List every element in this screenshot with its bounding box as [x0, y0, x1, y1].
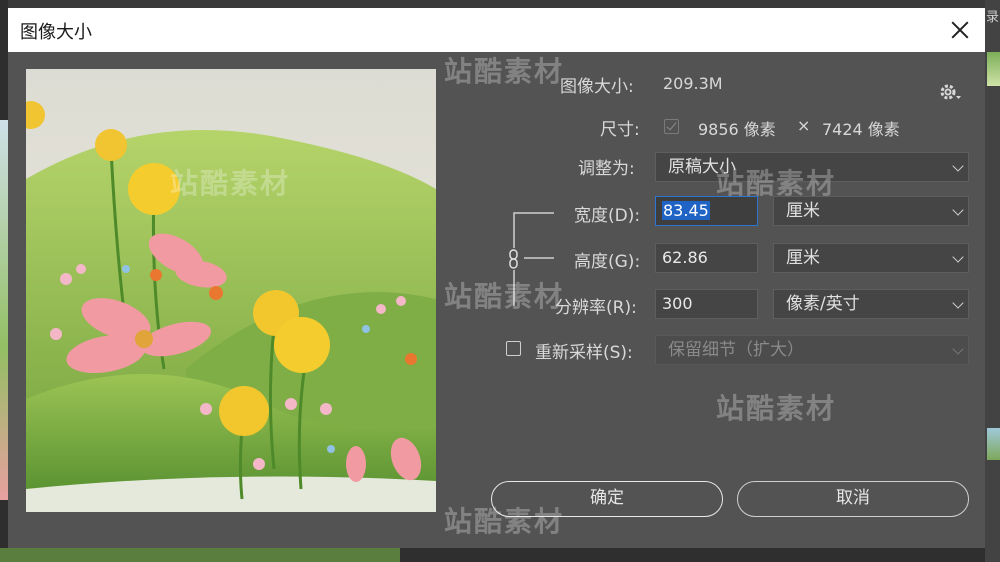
- cancel-button[interactable]: 取消: [737, 481, 969, 517]
- background-image-strip: [0, 120, 8, 500]
- resolution-unit: 像素/英寸: [786, 294, 860, 314]
- resolution-input[interactable]: 300: [655, 289, 758, 319]
- height-label: 高度(G):: [574, 252, 641, 272]
- width-value: 83.45: [662, 201, 710, 220]
- chevron-down-icon: [952, 251, 964, 263]
- fit-to-label: 调整为:: [578, 159, 635, 179]
- fit-to-select[interactable]: 原稿大小: [655, 152, 969, 182]
- resample-select: 保留细节（扩大）: [655, 335, 969, 365]
- background-panel-right: 录: [985, 0, 1000, 562]
- height-input[interactable]: 62.86: [655, 243, 758, 273]
- width-unit: 厘米: [786, 201, 820, 221]
- ok-button[interactable]: 确定: [491, 481, 723, 517]
- fit-to-value: 原稿大小: [668, 157, 736, 177]
- chevron-down-icon: [952, 297, 964, 309]
- resolution-value: 300: [662, 294, 693, 313]
- resample-checkbox[interactable]: [506, 341, 521, 356]
- dimensions-checkbox[interactable]: [664, 119, 679, 134]
- preview-artwork: [26, 69, 436, 512]
- resolution-unit-select[interactable]: 像素/英寸: [773, 289, 969, 319]
- width-unit-select[interactable]: 厘米: [773, 196, 969, 226]
- height-unit-select[interactable]: 厘米: [773, 243, 969, 273]
- background-thumbnail: [987, 52, 1000, 86]
- background-panel-label: 录: [986, 10, 1000, 25]
- chain-link-icon[interactable]: [508, 210, 556, 312]
- resample-value: 保留细节（扩大）: [668, 340, 804, 360]
- chevron-down-icon: [952, 343, 964, 355]
- image-size-dialog: 图像大小 图像大小: 209.3M 尺寸: 9856 像素 × 7424 像素 …: [8, 8, 985, 548]
- dimensions-width: 9856 像素: [698, 120, 776, 139]
- width-input[interactable]: 83.45: [655, 196, 758, 226]
- image-size-value: 209.3M: [663, 74, 723, 93]
- height-unit: 厘米: [786, 248, 820, 268]
- background-canvas-bottom: [0, 548, 985, 562]
- dimensions-times: ×: [797, 116, 811, 135]
- chevron-down-icon: [952, 160, 964, 172]
- height-value: 62.86: [662, 248, 708, 267]
- gear-icon[interactable]: [940, 83, 962, 103]
- chevron-down-icon: [952, 204, 964, 216]
- image-preview[interactable]: [26, 69, 436, 512]
- background-canvas-left: [0, 0, 8, 562]
- dialog-title-bar[interactable]: 图像大小: [8, 8, 985, 52]
- width-label: 宽度(D):: [574, 206, 641, 226]
- resample-label: 重新采样(S):: [535, 343, 633, 363]
- close-icon[interactable]: [946, 16, 974, 44]
- dimensions-height: 7424 像素: [822, 120, 900, 139]
- dimensions-label: 尺寸:: [600, 120, 640, 140]
- dialog-title: 图像大小: [20, 22, 92, 43]
- background-thumbnail: [987, 428, 1000, 460]
- resolution-label: 分辨率(R):: [555, 298, 637, 318]
- image-size-label: 图像大小:: [560, 77, 634, 97]
